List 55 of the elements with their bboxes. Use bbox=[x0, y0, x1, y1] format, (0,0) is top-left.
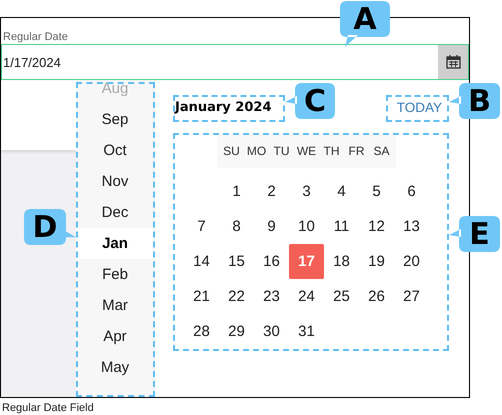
day-cell[interactable]: 20 bbox=[394, 244, 429, 279]
day-cell[interactable]: 24 bbox=[289, 279, 324, 314]
weekday-label: WE bbox=[296, 144, 318, 158]
today-button[interactable]: TODAY bbox=[394, 100, 444, 114]
day-cell[interactable]: 30 bbox=[254, 314, 289, 349]
callout-label: A bbox=[340, 1, 390, 47]
callout-label: B bbox=[449, 83, 500, 119]
weekday-label: FR bbox=[348, 144, 366, 158]
weekday-label: SU bbox=[222, 144, 241, 158]
day-cell[interactable]: 14 bbox=[184, 244, 219, 279]
caption: Regular Date Field bbox=[1, 401, 95, 414]
day-cell[interactable]: 15 bbox=[219, 244, 254, 279]
day-cell[interactable]: 25 bbox=[324, 279, 359, 314]
callout-label: E bbox=[449, 216, 500, 252]
day-cell[interactable]: 7 bbox=[184, 209, 219, 244]
month-item[interactable]: Nov bbox=[76, 166, 154, 197]
day-cell[interactable]: 11 bbox=[324, 209, 359, 244]
day-cell[interactable]: 27 bbox=[394, 279, 429, 314]
month-item[interactable]: May bbox=[76, 352, 154, 383]
weekday-label: SA bbox=[372, 144, 390, 158]
month-item[interactable]: Jan bbox=[76, 228, 154, 259]
day-cell[interactable]: 21 bbox=[184, 279, 219, 314]
field-label: Regular Date bbox=[3, 31, 68, 44]
callout-label: D bbox=[24, 209, 76, 245]
month-item[interactable]: Mar bbox=[76, 290, 154, 321]
day-cell[interactable]: 2 bbox=[254, 174, 289, 209]
day-cell[interactable]: 9 bbox=[254, 209, 289, 244]
day-cell[interactable]: 26 bbox=[359, 279, 394, 314]
day-cell[interactable]: 31 bbox=[289, 314, 324, 349]
month-title: January 2024 bbox=[173, 100, 272, 114]
weekday-label: MO bbox=[246, 144, 268, 158]
day-cell[interactable]: 5 bbox=[359, 174, 394, 209]
month-item[interactable]: Dec bbox=[76, 197, 154, 228]
month-item[interactable]: Feb bbox=[76, 259, 154, 290]
day-cell[interactable]: 28 bbox=[184, 314, 219, 349]
day-cell[interactable]: 13 bbox=[394, 209, 429, 244]
day-cell[interactable]: 4 bbox=[324, 174, 359, 209]
day-cell[interactable]: 16 bbox=[254, 244, 289, 279]
month-item[interactable]: Apr bbox=[76, 321, 154, 352]
day-cell[interactable]: 6 bbox=[394, 174, 429, 209]
weekday-label: TU bbox=[272, 144, 290, 158]
day-cell[interactable]: 12 bbox=[359, 209, 394, 244]
day-cell[interactable]: 8 bbox=[219, 209, 254, 244]
day-cell[interactable]: 10 bbox=[289, 209, 324, 244]
month-item[interactable]: Sep bbox=[76, 104, 154, 135]
weekday-label: TH bbox=[322, 144, 340, 158]
month-item[interactable]: Oct bbox=[76, 135, 154, 166]
day-cell[interactable]: 23 bbox=[254, 279, 289, 314]
day-cell[interactable]: 3 bbox=[289, 174, 324, 209]
day-cell[interactable]: 19 bbox=[359, 244, 394, 279]
callout-label: C bbox=[285, 83, 335, 119]
day-cell[interactable]: 29 bbox=[219, 314, 254, 349]
day-cell[interactable]: 18 bbox=[324, 244, 359, 279]
day-cell[interactable]: 1 bbox=[219, 174, 254, 209]
day-cell[interactable]: 22 bbox=[219, 279, 254, 314]
